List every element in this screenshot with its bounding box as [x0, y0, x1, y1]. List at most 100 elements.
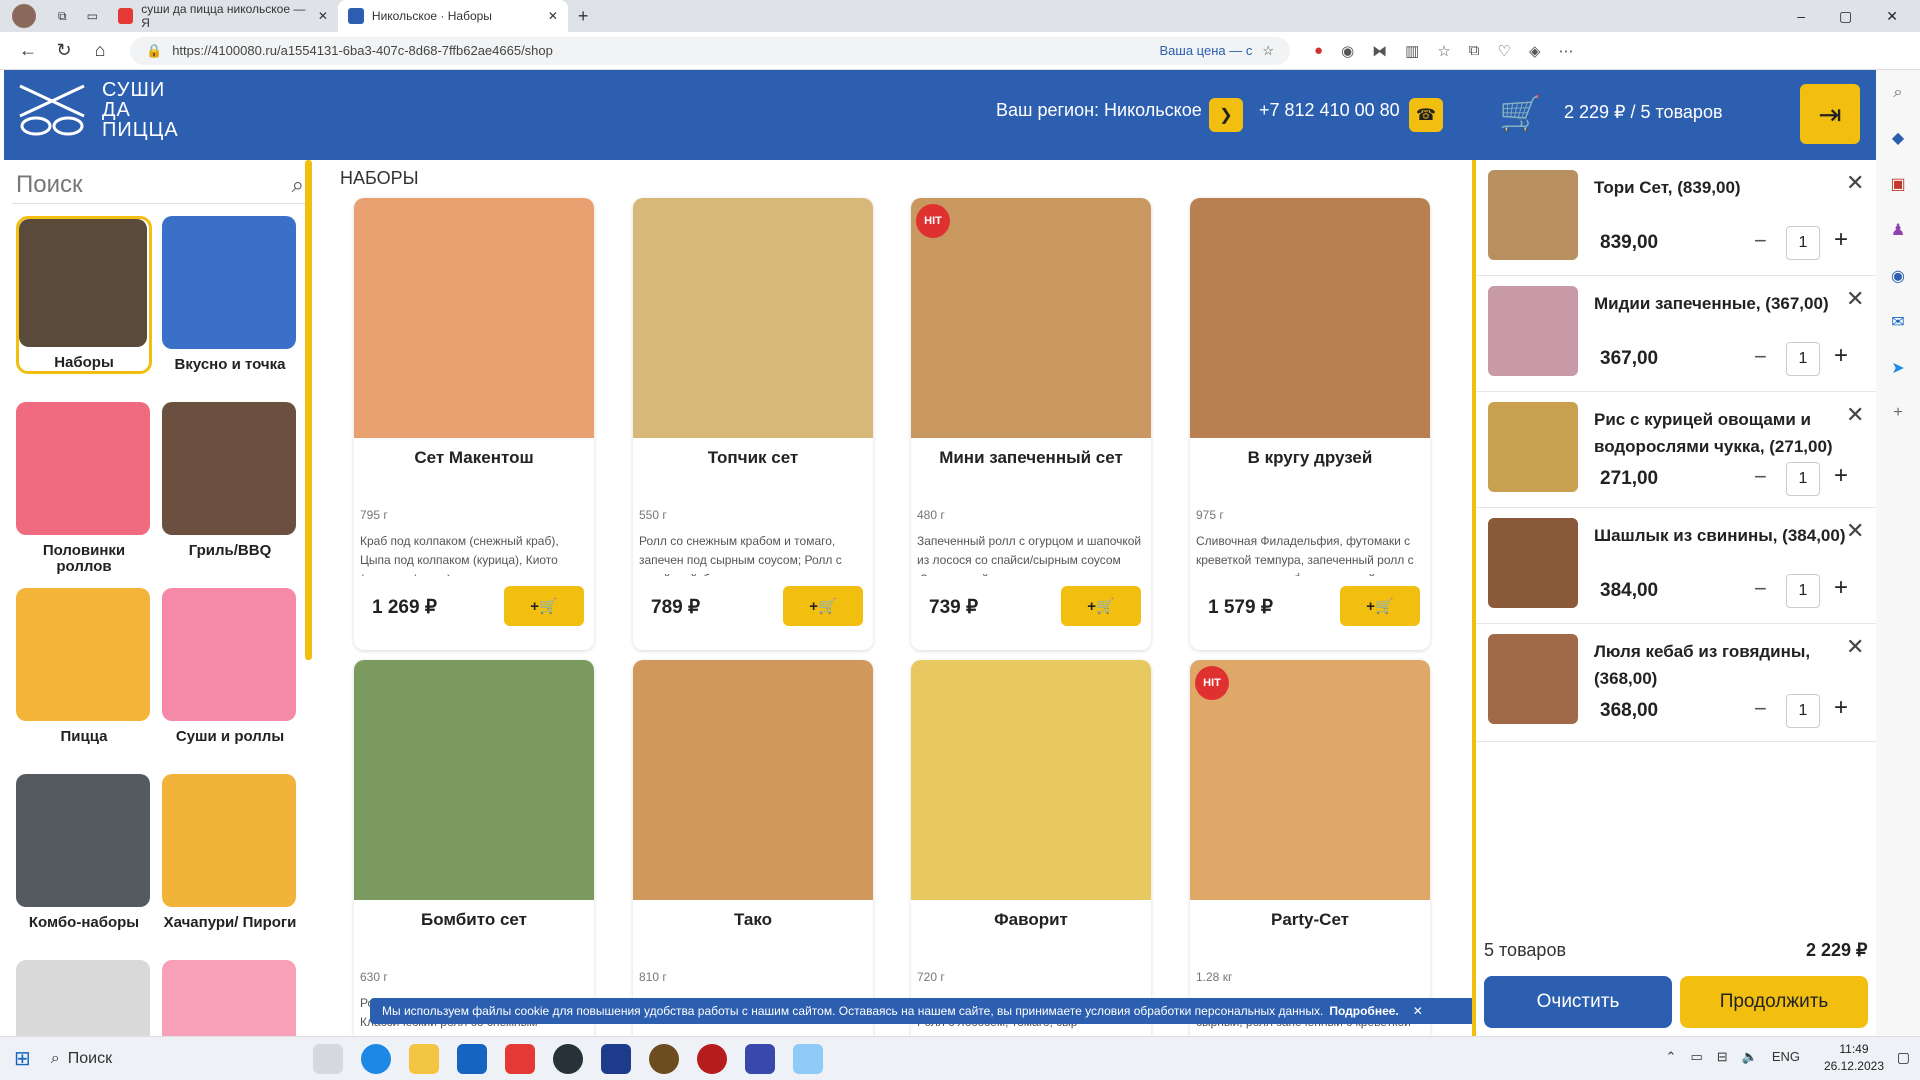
- product-card[interactable]: Тако 810 г Камикадзе, Такояки, Чиз ролл,…: [633, 660, 873, 1036]
- add-to-cart-button[interactable]: +🛒: [783, 586, 863, 626]
- product-image[interactable]: [1190, 198, 1430, 438]
- new-tab-button[interactable]: +: [568, 0, 599, 32]
- add-to-cart-button[interactable]: +🛒: [1340, 586, 1420, 626]
- cookie-close-icon[interactable]: ✕: [1413, 1004, 1423, 1018]
- extension-icon[interactable]: ◉: [1341, 42, 1354, 60]
- tab-actions-icon[interactable]: ⧉: [48, 0, 77, 32]
- tab-vertical-icon[interactable]: ▭: [77, 0, 108, 32]
- favorite-star-icon[interactable]: ☆: [1262, 43, 1274, 59]
- qty-input[interactable]: 1: [1786, 694, 1820, 728]
- collections-icon[interactable]: ⧉: [1469, 42, 1480, 60]
- split-screen-icon[interactable]: ▥: [1405, 42, 1419, 60]
- search-icon[interactable]: ⌕: [292, 172, 304, 198]
- product-image[interactable]: [911, 660, 1151, 900]
- copilot-icon[interactable]: ◈: [1529, 42, 1541, 60]
- search-icon[interactable]: ⌕: [1894, 84, 1903, 102]
- price-hint[interactable]: Ваша цена — с: [1160, 43, 1253, 58]
- increase-qty-button[interactable]: +: [1834, 226, 1848, 254]
- continue-button[interactable]: Продолжить: [1680, 976, 1868, 1028]
- category-soups[interactable]: [16, 960, 152, 1036]
- games-icon[interactable]: ♟: [1891, 220, 1905, 240]
- remove-item-icon[interactable]: ✕: [1846, 402, 1864, 428]
- address-bar[interactable]: 🔒 https://4100080.ru/a1554131-6ba3-407c-…: [130, 36, 1290, 65]
- language-indicator[interactable]: ENG: [1772, 1049, 1800, 1065]
- decrease-qty-button[interactable]: −: [1754, 228, 1767, 254]
- decrease-qty-button[interactable]: −: [1754, 696, 1767, 722]
- outlook-icon[interactable]: ✉: [1891, 312, 1904, 332]
- defender-icon[interactable]: [600, 1043, 631, 1074]
- wow-icon[interactable]: [648, 1043, 679, 1074]
- send-icon[interactable]: ➤: [1891, 358, 1904, 378]
- decrease-qty-button[interactable]: −: [1754, 576, 1767, 602]
- sidebar-scrollbar[interactable]: [305, 160, 312, 660]
- remove-item-icon[interactable]: ✕: [1846, 170, 1864, 196]
- opera-extension-icon[interactable]: ●: [1314, 42, 1323, 60]
- increase-qty-button[interactable]: +: [1834, 574, 1848, 602]
- decrease-qty-button[interactable]: −: [1754, 344, 1767, 370]
- product-card[interactable]: Сет Макентош 795 г Краб под колпаком (сн…: [354, 198, 594, 650]
- product-card[interactable]: HIT Мини запеченный сет 480 г Запеченный…: [911, 198, 1151, 650]
- battery-icon[interactable]: ▭: [1690, 1049, 1702, 1065]
- windows-start-icon[interactable]: ⊞: [14, 1046, 31, 1071]
- clock[interactable]: 11:49 26.12.2023: [1824, 1041, 1884, 1075]
- volume-icon[interactable]: 🔈: [1742, 1049, 1758, 1065]
- edge-browser-icon[interactable]: [360, 1043, 391, 1074]
- qty-input[interactable]: 1: [1786, 226, 1820, 260]
- task-view-icon[interactable]: [312, 1043, 343, 1074]
- tab-search[interactable]: суши да пицца никольское — Я ✕: [108, 0, 338, 32]
- game-icon[interactable]: [696, 1043, 727, 1074]
- product-image[interactable]: [633, 660, 873, 900]
- ccleaner-icon[interactable]: [552, 1043, 583, 1074]
- more-icon[interactable]: ⋯: [1559, 42, 1574, 60]
- store-icon[interactable]: [456, 1043, 487, 1074]
- add-icon[interactable]: +: [1893, 404, 1902, 422]
- chevron-up-icon[interactable]: ⌃: [1666, 1049, 1677, 1065]
- product-card[interactable]: Фаворит 720 г Ролл с курой, огурцом, пом…: [911, 660, 1151, 1036]
- cart-icon[interactable]: 🛒: [1499, 94, 1541, 134]
- category-salads[interactable]: [162, 960, 298, 1036]
- taskbar-search[interactable]: ⌕ Поиск: [43, 1043, 273, 1075]
- product-card[interactable]: В кругу друзей 975 г Сливочная Филадельф…: [1190, 198, 1430, 650]
- calculator-icon[interactable]: [744, 1043, 775, 1074]
- tab-close-icon[interactable]: ✕: [548, 9, 558, 23]
- add-to-cart-button[interactable]: +🛒: [504, 586, 584, 626]
- tab-shop[interactable]: Никольское · Наборы ✕: [337, 0, 568, 32]
- phone-number[interactable]: +7 812 410 00 80: [1259, 100, 1400, 121]
- login-button[interactable]: ⇥: [1800, 84, 1860, 144]
- tools-icon[interactable]: ▣: [1890, 174, 1905, 194]
- puzzle-icon[interactable]: ⧓: [1372, 42, 1387, 60]
- cookie-more-link[interactable]: Подробнее.: [1329, 1004, 1398, 1018]
- add-to-cart-button[interactable]: +🛒: [1061, 586, 1141, 626]
- close-window-icon[interactable]: ✕: [1886, 8, 1898, 25]
- search-input[interactable]: Поиск ⌕: [12, 166, 308, 204]
- category-polovinki[interactable]: Половинки роллов: [16, 402, 152, 575]
- refresh-icon[interactable]: ↻: [46, 40, 82, 61]
- file-explorer-icon[interactable]: [408, 1043, 439, 1074]
- shopping-icon[interactable]: ◆: [1892, 128, 1904, 148]
- cart-summary[interactable]: 2 229 ₽ / 5 товаров: [1564, 102, 1723, 123]
- tab-close-icon[interactable]: ✕: [318, 9, 328, 23]
- product-image[interactable]: [354, 660, 594, 900]
- paint-icon[interactable]: [792, 1043, 823, 1074]
- clear-cart-button[interactable]: Очистить: [1484, 976, 1672, 1028]
- product-card[interactable]: Топчик сет 550 г Ролл со снежным крабом …: [633, 198, 873, 650]
- category-sushi[interactable]: Суши и роллы: [162, 588, 298, 745]
- network-icon[interactable]: ⊟: [1717, 1049, 1728, 1065]
- yandex-browser-icon[interactable]: [504, 1043, 535, 1074]
- category-nabory[interactable]: Наборы: [16, 216, 152, 374]
- qty-input[interactable]: 1: [1786, 462, 1820, 496]
- region-select-button[interactable]: ❯: [1209, 98, 1243, 132]
- product-card[interactable]: HIT Party-Сет 1.28 кг Ролл Филадельфия, …: [1190, 660, 1430, 1036]
- increase-qty-button[interactable]: +: [1834, 462, 1848, 490]
- minimize-icon[interactable]: –: [1797, 8, 1805, 25]
- category-khachapuri[interactable]: Хачапури/ Пироги: [162, 774, 298, 931]
- profile-avatar[interactable]: [12, 4, 36, 28]
- remove-item-icon[interactable]: ✕: [1846, 286, 1864, 312]
- home-icon[interactable]: ⌂: [82, 40, 118, 61]
- qty-input[interactable]: 1: [1786, 342, 1820, 376]
- phone-call-button[interactable]: ☎: [1409, 98, 1443, 132]
- product-image[interactable]: [911, 198, 1151, 438]
- product-image[interactable]: [633, 198, 873, 438]
- category-grill[interactable]: Гриль/BBQ: [162, 402, 298, 559]
- maximize-icon[interactable]: ▢: [1839, 8, 1852, 25]
